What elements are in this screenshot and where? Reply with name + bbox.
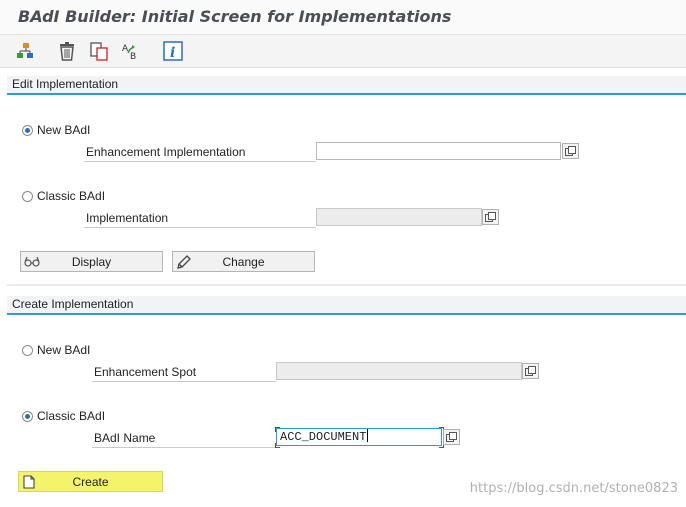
badi-name-value: ACC_DOCUMENT bbox=[280, 430, 367, 444]
enhancement-spot-input bbox=[276, 362, 522, 380]
svg-text:B: B bbox=[130, 52, 136, 62]
watermark: https://blog.csdn.net/stone0823 bbox=[469, 481, 678, 496]
rename-icon[interactable]: A B bbox=[120, 40, 142, 62]
badi-name-label: BAdI Name bbox=[92, 431, 276, 448]
value-help-icon[interactable] bbox=[482, 209, 499, 225]
create-group-title: Create Implementation bbox=[12, 297, 134, 311]
edit-new-badi-radio[interactable] bbox=[22, 125, 33, 136]
value-help-icon[interactable] bbox=[443, 429, 460, 445]
create-implementation-group: Create Implementation New BAdI Enhanceme… bbox=[7, 296, 686, 507]
edit-implementation-group: Edit Implementation New BAdI Enhancement… bbox=[7, 76, 686, 286]
display-button[interactable]: Display bbox=[20, 251, 163, 272]
enhancement-implementation-label: Enhancement Implementation bbox=[84, 145, 316, 162]
focus-corner bbox=[275, 427, 280, 432]
edit-classic-badi-label: Classic BAdI bbox=[37, 189, 106, 203]
badi-name-input[interactable]: ACC_DOCUMENT bbox=[276, 428, 442, 446]
group-divider bbox=[7, 284, 686, 286]
value-help-icon[interactable] bbox=[522, 363, 539, 379]
edit-new-badi-label: New BAdI bbox=[37, 123, 91, 137]
info-icon[interactable]: i bbox=[162, 40, 184, 62]
change-button[interactable]: Change bbox=[172, 251, 315, 272]
create-group-header: Create Implementation bbox=[7, 296, 686, 315]
implementation-input bbox=[316, 208, 482, 226]
focus-corner bbox=[275, 443, 280, 448]
page-title: BAdI Builder: Initial Screen for Impleme… bbox=[18, 7, 452, 26]
text-caret bbox=[367, 429, 369, 442]
display-button-label: Display bbox=[71, 255, 112, 269]
enhancement-spot-label: Enhancement Spot bbox=[92, 365, 276, 382]
implementation-label: Implementation bbox=[84, 211, 316, 228]
svg-text:i: i bbox=[170, 45, 175, 61]
enhancement-implementation-input[interactable] bbox=[316, 142, 561, 160]
create-button-label: Create bbox=[72, 475, 109, 489]
edit-group-header: Edit Implementation bbox=[7, 76, 686, 95]
value-help-icon[interactable] bbox=[562, 143, 579, 159]
create-classic-badi-label: Classic BAdI bbox=[37, 409, 106, 423]
edit-classic-badi-radio[interactable] bbox=[22, 191, 33, 202]
create-new-badi-radio[interactable] bbox=[22, 345, 33, 356]
application-toolbar: A B i bbox=[0, 35, 686, 68]
edit-group-title: Edit Implementation bbox=[12, 77, 119, 91]
copy-icon[interactable] bbox=[88, 40, 110, 62]
hierarchy-icon[interactable] bbox=[14, 40, 36, 62]
title-bar: BAdI Builder: Initial Screen for Impleme… bbox=[0, 0, 686, 35]
change-button-label: Change bbox=[222, 255, 265, 269]
create-button[interactable]: Create bbox=[18, 471, 163, 492]
delete-icon[interactable] bbox=[56, 40, 78, 62]
create-classic-badi-radio[interactable] bbox=[22, 411, 33, 422]
create-new-badi-label: New BAdI bbox=[37, 343, 91, 357]
